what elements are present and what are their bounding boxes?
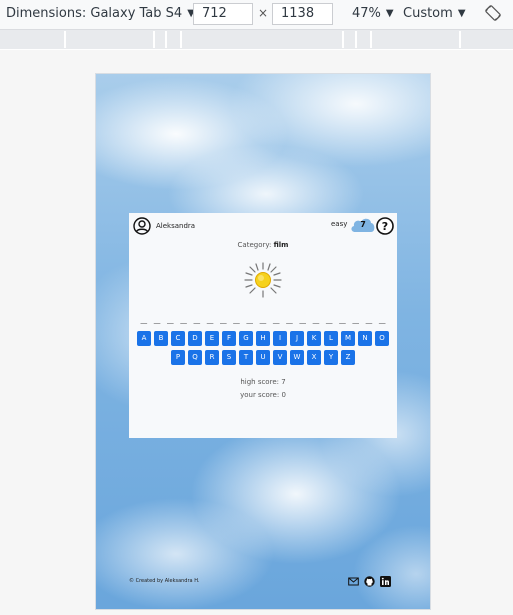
device-toolbar: Dimensions: Galaxy Tab S4 ▼ 712 × 1138 4… <box>0 0 513 29</box>
rotate-icon[interactable] <box>485 5 501 21</box>
category-line: Category: film <box>129 241 397 249</box>
ruler-tick <box>180 31 182 48</box>
level-badge: 7 <box>350 215 376 234</box>
key-l[interactable]: L <box>324 331 338 346</box>
key-k[interactable]: K <box>307 331 321 346</box>
key-f[interactable]: F <box>222 331 236 346</box>
key-c[interactable]: C <box>171 331 185 346</box>
footer-credit: © Created by Aleksandra H. <box>129 578 200 584</box>
key-o[interactable]: O <box>375 331 389 346</box>
caret-down-icon: ▼ <box>385 8 394 19</box>
key-s[interactable]: S <box>222 350 236 365</box>
ruler-tick <box>459 31 461 48</box>
key-t[interactable]: T <box>239 350 253 365</box>
key-r[interactable]: R <box>205 350 219 365</box>
difficulty-label: easy <box>331 220 348 228</box>
footer-links <box>348 576 391 587</box>
throttle-select[interactable]: Custom ▼ <box>403 6 466 21</box>
key-e[interactable]: E <box>205 331 219 346</box>
times-sign: × <box>258 6 269 20</box>
github-icon[interactable] <box>364 576 375 587</box>
level-number: 7 <box>360 220 366 229</box>
key-y[interactable]: Y <box>324 350 338 365</box>
username: Aleksandra <box>156 222 196 230</box>
key-g[interactable]: G <box>239 331 253 346</box>
caret-down-icon: ▼ <box>457 8 466 19</box>
height-input[interactable]: 1138 <box>272 3 333 25</box>
word-pattern: _ _ _ _ _ _ _ _ _ _ _ _ _ _ _ _ _ _ _ <box>140 311 386 324</box>
zoom-select[interactable]: 47% ▼ <box>352 6 394 21</box>
your-score: your score: 0 <box>240 391 286 399</box>
category-label: Category: <box>237 241 272 249</box>
keyboard-row-1: ABCDEFGHIJKLMNO <box>129 331 397 346</box>
high-score: high score: 7 <box>240 378 286 386</box>
key-n[interactable]: N <box>358 331 372 346</box>
media-query-ruler <box>0 29 513 49</box>
ruler-tick <box>64 31 66 48</box>
svg-text:?: ? <box>382 220 388 233</box>
dimensions-label: Dimensions: Galaxy Tab S4 <box>6 6 183 21</box>
linkedin-icon[interactable] <box>380 576 391 587</box>
dimensions-select[interactable]: Dimensions: Galaxy Tab S4 ▼ <box>6 6 195 21</box>
key-w[interactable]: W <box>290 350 304 365</box>
key-m[interactable]: M <box>341 331 355 346</box>
zoom-label: 47% <box>352 6 381 21</box>
key-d[interactable]: D <box>188 331 202 346</box>
user-icon <box>133 217 151 235</box>
user-profile[interactable]: Aleksandra <box>133 217 195 235</box>
key-h[interactable]: H <box>256 331 270 346</box>
key-j[interactable]: J <box>290 331 304 346</box>
keyboard-row-2: PQRSTUVWXYZ <box>129 350 397 365</box>
key-v[interactable]: V <box>273 350 287 365</box>
throttle-label: Custom <box>403 6 453 21</box>
ruler-tick <box>342 31 344 48</box>
sun-icon <box>244 262 282 298</box>
key-b[interactable]: B <box>154 331 168 346</box>
device-viewport: Aleksandra easy 7 ? Category: film _ _ _… <box>95 73 431 610</box>
key-u[interactable]: U <box>256 350 270 365</box>
ruler-tick <box>355 31 357 48</box>
key-q[interactable]: Q <box>188 350 202 365</box>
ruler-tick <box>153 31 155 48</box>
key-x[interactable]: X <box>307 350 321 365</box>
envelope-icon[interactable] <box>348 576 359 587</box>
width-input[interactable]: 712 <box>193 3 253 25</box>
ruler-tick <box>165 31 167 48</box>
category-value: film <box>273 241 289 249</box>
key-z[interactable]: Z <box>341 350 355 365</box>
ruler-tick <box>370 31 372 48</box>
help-icon[interactable]: ? <box>376 217 394 235</box>
key-a[interactable]: A <box>137 331 151 346</box>
game-card: Aleksandra easy 7 ? Category: film _ _ _… <box>129 213 397 438</box>
key-i[interactable]: I <box>273 331 287 346</box>
key-p[interactable]: P <box>171 350 185 365</box>
